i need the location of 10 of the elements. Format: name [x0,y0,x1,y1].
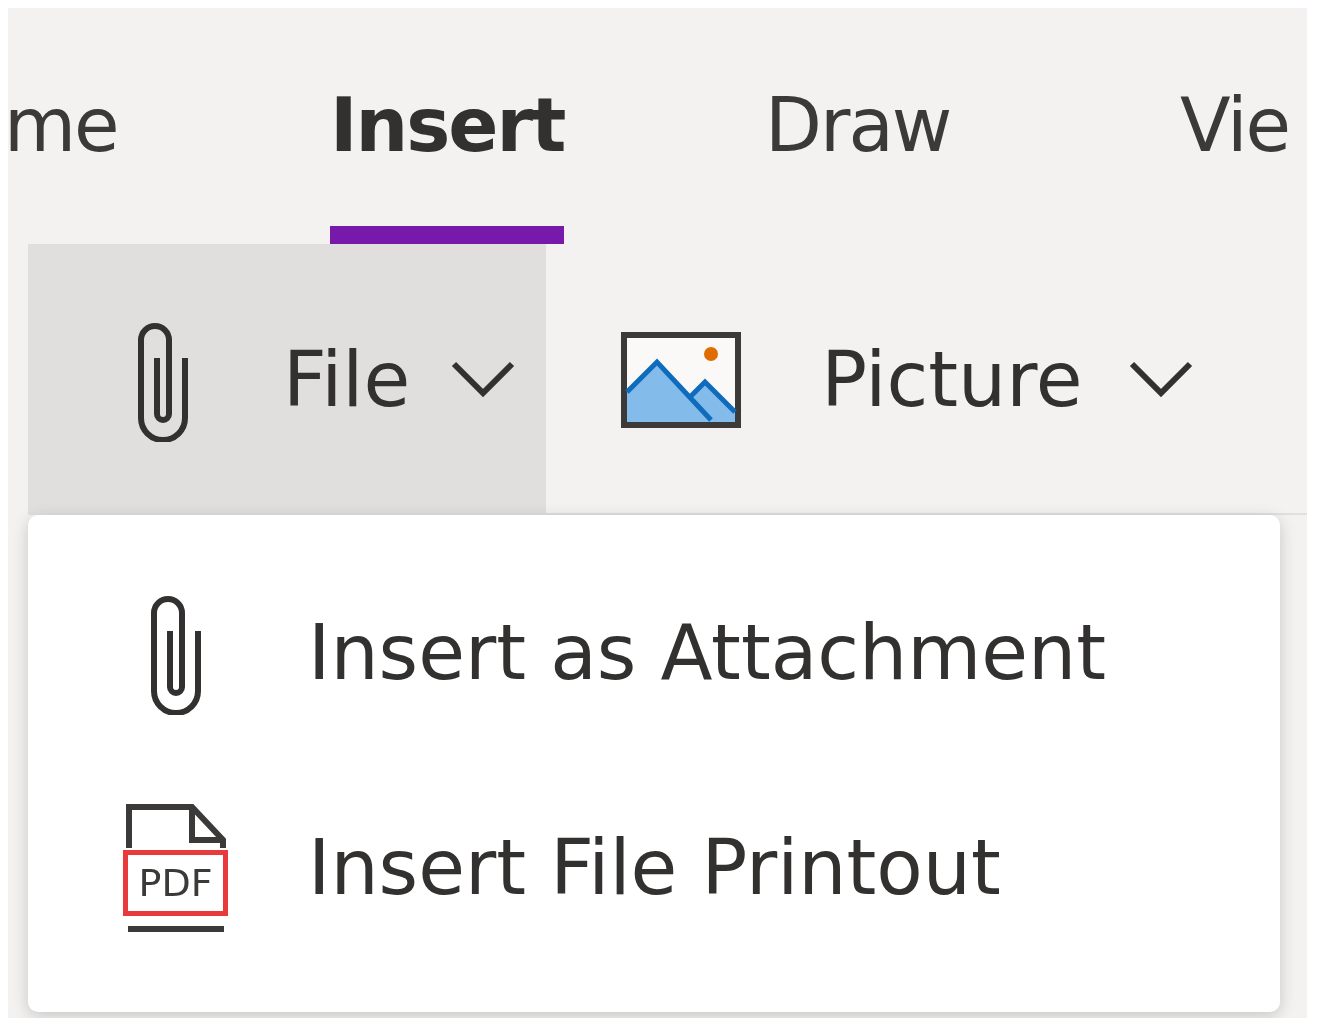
chevron-down-icon [450,359,517,400]
chevron-down-icon [1127,359,1194,400]
ribbon-tab[interactable]: Vie [1180,8,1290,244]
ribbon-tab[interactable]: me [8,8,118,244]
ribbon-tab[interactable]: Draw [765,8,951,244]
picture-button[interactable]: Picture [546,244,1224,515]
menu-item[interactable]: Insert as Attachment [28,545,1280,760]
file-button[interactable]: File [28,244,547,515]
picture-icon [621,331,742,428]
menu-item[interactable]: PDF Insert File Printout [28,760,1280,975]
